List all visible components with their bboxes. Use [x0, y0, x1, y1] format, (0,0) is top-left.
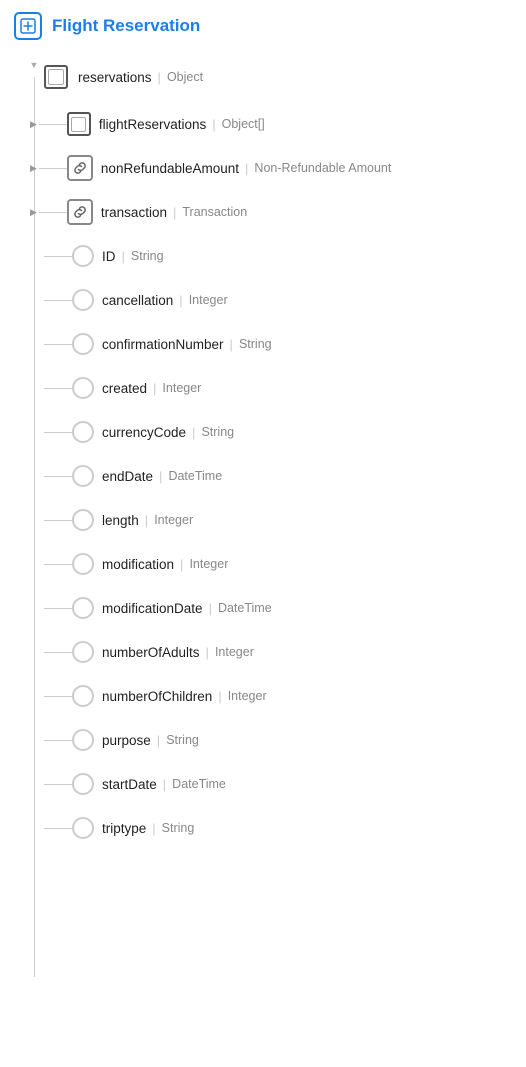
icon-numberOfAdults	[72, 641, 94, 663]
name-numberOfChildren: numberOfChildren	[102, 689, 212, 704]
node-confirmationNumber: confirmationNumber|String	[44, 322, 526, 366]
name-flightReservations: flightReservations	[99, 117, 206, 132]
icon-ID	[72, 245, 94, 267]
chevron-flightReservations[interactable]: ▶	[30, 119, 37, 130]
name-confirmationNumber: confirmationNumber	[102, 337, 224, 352]
node-numberOfAdults: numberOfAdults|Integer	[44, 630, 526, 674]
node-currencyCode: currencyCode|String	[44, 410, 526, 454]
schema-icon	[14, 12, 42, 40]
icon-currencyCode	[72, 421, 94, 443]
name-startDate: startDate	[102, 777, 157, 792]
node-flightReservations: ▶flightReservations|Object[]	[44, 102, 526, 146]
type-created: Integer	[162, 381, 201, 395]
node-length: length|Integer	[44, 498, 526, 542]
chevron-nonRefundableAmount[interactable]: ▶	[30, 163, 37, 174]
name-purpose: purpose	[102, 733, 151, 748]
type-purpose: String	[166, 733, 199, 747]
type-nonRefundableAmount: Non-Refundable Amount	[254, 161, 391, 175]
icon-transaction	[67, 199, 93, 225]
type-numberOfAdults: Integer	[215, 645, 254, 659]
type-modificationDate: DateTime	[218, 601, 272, 615]
type-triptype: String	[162, 821, 195, 835]
node-numberOfChildren: numberOfChildren|Integer	[44, 674, 526, 718]
name-cancellation: cancellation	[102, 293, 173, 308]
name-numberOfAdults: numberOfAdults	[102, 645, 200, 660]
icon-endDate	[72, 465, 94, 487]
name-modificationDate: modificationDate	[102, 601, 203, 616]
icon-created	[72, 377, 94, 399]
type-startDate: DateTime	[172, 777, 226, 791]
type-flightReservations: Object[]	[222, 117, 265, 131]
name-modification: modification	[102, 557, 174, 572]
type-confirmationNumber: String	[239, 337, 272, 351]
header: Flight Reservation	[0, 0, 526, 52]
type-transaction: Transaction	[182, 205, 247, 219]
root-node: reservations | Object	[44, 52, 526, 102]
name-transaction: transaction	[101, 205, 167, 220]
icon-modification	[72, 553, 94, 575]
type-ID: String	[131, 249, 164, 263]
name-nonRefundableAmount: nonRefundableAmount	[101, 161, 239, 176]
page-title: Flight Reservation	[52, 16, 200, 36]
type-length: Integer	[154, 513, 193, 527]
node-nonRefundableAmount: ▶ nonRefundableAmount|Non-Refundable Amo…	[44, 146, 526, 190]
node-modification: modification|Integer	[44, 542, 526, 586]
schema-tree: ▼ reservations | Object ▶flightReservati…	[0, 52, 526, 997]
chevron-transaction[interactable]: ▶	[30, 207, 37, 218]
type-endDate: DateTime	[168, 469, 222, 483]
type-cancellation: Integer	[189, 293, 228, 307]
name-currencyCode: currencyCode	[102, 425, 186, 440]
icon-cancellation	[72, 289, 94, 311]
name-ID: ID	[102, 249, 116, 264]
icon-flightReservations	[67, 112, 91, 136]
name-created: created	[102, 381, 147, 396]
node-created: created|Integer	[44, 366, 526, 410]
name-endDate: endDate	[102, 469, 153, 484]
root-type: Object	[167, 70, 203, 84]
type-modification: Integer	[189, 557, 228, 571]
root-name: reservations	[78, 70, 152, 85]
icon-startDate	[72, 773, 94, 795]
node-endDate: endDate|DateTime	[44, 454, 526, 498]
icon-triptype	[72, 817, 94, 839]
node-startDate: startDate|DateTime	[44, 762, 526, 806]
type-currencyCode: String	[201, 425, 234, 439]
node-ID: ID|String	[44, 234, 526, 278]
icon-purpose	[72, 729, 94, 751]
icon-numberOfChildren	[72, 685, 94, 707]
node-modificationDate: modificationDate|DateTime	[44, 586, 526, 630]
root-icon	[44, 65, 68, 89]
node-transaction: ▶ transaction|Transaction	[44, 190, 526, 234]
node-triptype: triptype|String	[44, 806, 526, 850]
name-length: length	[102, 513, 139, 528]
root-chevron[interactable]: ▼	[30, 60, 39, 70]
node-purpose: purpose|String	[44, 718, 526, 762]
icon-confirmationNumber	[72, 333, 94, 355]
icon-nonRefundableAmount	[67, 155, 93, 181]
icon-modificationDate	[72, 597, 94, 619]
node-cancellation: cancellation|Integer	[44, 278, 526, 322]
children-container: ▶flightReservations|Object[]▶ nonRefunda…	[44, 102, 526, 850]
name-triptype: triptype	[102, 821, 146, 836]
type-numberOfChildren: Integer	[228, 689, 267, 703]
icon-length	[72, 509, 94, 531]
